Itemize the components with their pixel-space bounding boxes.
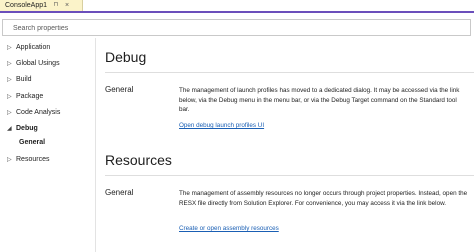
nav-item-label: Resources bbox=[16, 156, 50, 163]
nav-item-label: Package bbox=[16, 93, 44, 100]
document-tab[interactable]: ConsoleApp1 ⊓ × bbox=[0, 0, 83, 11]
debug-description: The management of launch profiles has mo… bbox=[179, 87, 460, 113]
chevron-down-icon[interactable]: ◢ bbox=[7, 123, 13, 135]
nav-item-application[interactable]: ▷ Application bbox=[6, 42, 92, 54]
nav-divider bbox=[95, 38, 96, 252]
resources-description: The management of assembly resources no … bbox=[179, 190, 468, 207]
nav-item-package[interactable]: ▷ Package bbox=[6, 91, 92, 103]
nav-item-label: Debug bbox=[16, 125, 38, 132]
section-title-debug: Debug bbox=[105, 49, 147, 65]
nav-item-debug[interactable]: ◢ Debug bbox=[6, 123, 92, 135]
tab-title: ConsoleApp1 bbox=[5, 2, 48, 9]
nav-item-label: Code Analysis bbox=[16, 109, 61, 116]
section-title-resources: Resources bbox=[105, 152, 172, 168]
create-or-open-resources-link[interactable]: Create or open assembly resources bbox=[179, 224, 279, 233]
chevron-right-icon[interactable]: ▷ bbox=[7, 154, 13, 166]
nav-subitem-debug-general[interactable]: General bbox=[19, 137, 45, 149]
nav-item-build[interactable]: ▷ Build bbox=[6, 74, 92, 86]
nav-item-resources[interactable]: ▷ Resources bbox=[6, 154, 92, 166]
nav-item-label: Build bbox=[16, 76, 32, 83]
nav-item-code-analysis[interactable]: ▷ Code Analysis bbox=[6, 107, 92, 119]
chevron-right-icon[interactable]: ▷ bbox=[7, 58, 13, 70]
chevron-right-icon[interactable]: ▷ bbox=[7, 42, 13, 54]
document-tab-strip: ConsoleApp1 ⊓ × bbox=[0, 0, 474, 13]
section-divider bbox=[105, 72, 474, 73]
search-box[interactable] bbox=[2, 19, 471, 36]
group-label-debug-general: General bbox=[105, 85, 134, 94]
section-divider bbox=[105, 175, 474, 176]
nav-item-global-usings[interactable]: ▷ Global Usings bbox=[6, 58, 92, 70]
chevron-right-icon[interactable]: ▷ bbox=[7, 74, 13, 86]
group-label-resources-general: General bbox=[105, 188, 134, 197]
search-input[interactable] bbox=[13, 22, 453, 34]
close-icon[interactable]: × bbox=[63, 0, 71, 11]
nav-item-label: Global Usings bbox=[16, 60, 60, 67]
chevron-right-icon[interactable]: ▷ bbox=[7, 107, 13, 119]
chevron-right-icon[interactable]: ▷ bbox=[7, 91, 13, 103]
pin-icon[interactable]: ⊓ bbox=[52, 0, 60, 11]
nav-item-label: Application bbox=[16, 44, 51, 51]
properties-nav: ▷ Application ▷ Global Usings ▷ Build ▷ … bbox=[0, 38, 95, 252]
open-debug-launch-profiles-link[interactable]: Open debug launch profiles UI bbox=[179, 121, 264, 130]
